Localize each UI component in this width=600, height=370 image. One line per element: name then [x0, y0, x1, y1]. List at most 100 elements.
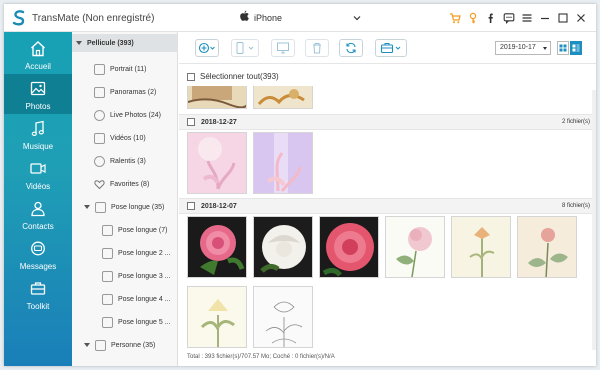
photo-thumbnail[interactable]: [253, 86, 313, 109]
tree-item-favorites[interactable]: Favorites (8): [94, 175, 149, 193]
tree-root[interactable]: Pellicule (393): [76, 34, 134, 52]
photo-thumbnail[interactable]: [517, 216, 577, 278]
tree-item-label: Portrait (11): [110, 65, 147, 73]
expand-triangle-icon: [84, 343, 90, 347]
video-icon: [30, 163, 46, 174]
close-icon[interactable]: [574, 11, 588, 25]
video-icon: [94, 132, 105, 144]
tree-item-label: Pose longue 2 ...: [118, 249, 171, 257]
export-device-icon: [236, 42, 254, 54]
photo-thumbnail[interactable]: [385, 216, 445, 278]
grid-view-button[interactable]: [557, 41, 569, 55]
refresh-button[interactable]: [339, 39, 363, 57]
photo-thumbnail[interactable]: [187, 86, 247, 109]
sidebar-item-photos[interactable]: Photos: [4, 74, 72, 114]
tree-item-label: Pose longue (7): [118, 226, 168, 234]
photo-thumbnail[interactable]: [187, 286, 247, 348]
sidebar-item-musique[interactable]: Musique: [4, 114, 72, 154]
section-checkbox[interactable]: [187, 202, 195, 210]
album-icon: [102, 293, 113, 305]
add-icon: [198, 42, 215, 54]
tree-item-videos[interactable]: Vidéos (10): [94, 129, 146, 147]
sidebar: Accueil Photos Musique Vidéos Contacts M…: [4, 32, 72, 366]
key-icon[interactable]: [466, 11, 480, 25]
tree-subitem-pose-longue-1[interactable]: Pose longue (7): [102, 221, 167, 239]
tree-item-portrait[interactable]: Portrait (11): [94, 60, 146, 78]
minimize-icon[interactable]: [538, 11, 552, 25]
export-to-pc-button[interactable]: [271, 39, 295, 57]
date-filter-select[interactable]: 2019-10-17: [495, 41, 551, 55]
tree-item-label: Vidéos (10): [110, 134, 146, 142]
section-date: 2018-12-07: [201, 203, 237, 210]
export-to-device-button[interactable]: [231, 39, 259, 57]
tree-subitem-pose-longue-4[interactable]: Pose longue 4 ...: [102, 290, 171, 308]
delete-button[interactable]: [305, 39, 329, 57]
export-pc-icon: [277, 42, 289, 54]
section-date: 2018-12-27: [201, 119, 237, 126]
tree-item-panoramas[interactable]: Panoramas (2): [94, 83, 156, 101]
app-logo-icon: [12, 10, 25, 26]
toolkit-icon: [30, 282, 46, 295]
photo-thumbnail[interactable]: [253, 286, 313, 348]
sidebar-item-label: Musique: [22, 142, 54, 151]
sidebar-item-videos[interactable]: Vidéos: [4, 154, 72, 194]
trash-icon: [313, 43, 321, 54]
photo-icon: [30, 81, 46, 96]
sidebar-item-label: Accueil: [25, 62, 51, 71]
select-all-checkbox[interactable]: [187, 72, 195, 81]
select-all-label: Sélectionner tout(393): [200, 72, 279, 81]
photo-thumbnail[interactable]: [187, 216, 247, 278]
list-view-button[interactable]: [570, 41, 582, 55]
tree-item-label: Live Photos (24): [110, 111, 161, 119]
portrait-icon: [94, 63, 105, 75]
photo-thumbnail[interactable]: [187, 132, 247, 194]
tree-root-row[interactable]: Pellicule (393): [72, 34, 178, 52]
tree-item-label: Favorites (8): [110, 180, 150, 188]
scrollbar[interactable]: [592, 90, 596, 350]
tree-item-label: Pose longue 3 ...: [118, 272, 171, 280]
tree-group-personne[interactable]: Personne (35): [84, 336, 155, 354]
apple-icon: [240, 10, 249, 21]
tree-item-ralentis[interactable]: Ralentis (3): [94, 152, 146, 170]
photo-thumbnail[interactable]: [253, 132, 313, 194]
chat-icon[interactable]: [502, 11, 516, 25]
sidebar-item-label: Toolkit: [26, 302, 50, 311]
menu-icon[interactable]: [520, 11, 534, 25]
maximize-icon[interactable]: [556, 11, 570, 25]
date-section-header: 2018-12-07 8 fichier(s): [179, 198, 596, 214]
tree-subitem-pose-longue-5[interactable]: Pose longue 5 ...: [102, 313, 171, 331]
sidebar-item-toolkit[interactable]: Toolkit: [4, 274, 72, 314]
section-checkbox[interactable]: [187, 118, 195, 126]
device-selector[interactable]: iPhone: [236, 4, 366, 32]
heart-icon: [94, 179, 105, 190]
app-window: TransMate (Non enregistré) iPhone Accuei…: [4, 4, 596, 366]
chevron-down-icon: [353, 16, 361, 21]
cart-icon[interactable]: [448, 11, 462, 25]
tree-item-label: Ralentis (3): [110, 157, 146, 165]
tree-group-pose-longue[interactable]: Pose longue (35): [84, 198, 164, 216]
photo-thumbnail[interactable]: [319, 216, 379, 278]
tree-subitem-pose-longue-3[interactable]: Pose longue 3 ...: [102, 267, 171, 285]
main-panel: 2019-10-17 Sélectionner tout(393) 2018-1…: [179, 32, 596, 366]
sidebar-item-accueil[interactable]: Accueil: [4, 34, 72, 74]
home-icon: [31, 41, 45, 57]
status-bar: Total : 393 fichier(s)/707.57 Mo; Coché …: [187, 354, 335, 360]
person-album-icon: [95, 339, 106, 351]
sidebar-item-contacts[interactable]: Contacts: [4, 194, 72, 234]
tree-subitem-pose-longue-2[interactable]: Pose longue 2 ...: [102, 244, 171, 262]
album-icon: [102, 247, 113, 259]
music-icon: [31, 120, 44, 136]
facebook-icon[interactable]: [484, 11, 498, 25]
grid-view-icon: [559, 44, 567, 52]
photo-thumbnail[interactable]: [451, 216, 511, 278]
sidebar-item-messages[interactable]: Messages: [4, 234, 72, 274]
sidebar-item-label: Contacts: [22, 222, 54, 231]
section-count: 2 fichier(s): [561, 119, 590, 125]
app-title: TransMate (Non enregistré): [32, 13, 155, 24]
tree-item-live-photos[interactable]: Live Photos (24): [94, 106, 161, 124]
slowmo-icon: [94, 155, 105, 167]
add-button[interactable]: [195, 39, 219, 57]
select-all-row[interactable]: Sélectionner tout(393): [187, 72, 279, 81]
toolbox-button[interactable]: [375, 39, 407, 57]
photo-thumbnail[interactable]: [253, 216, 313, 278]
